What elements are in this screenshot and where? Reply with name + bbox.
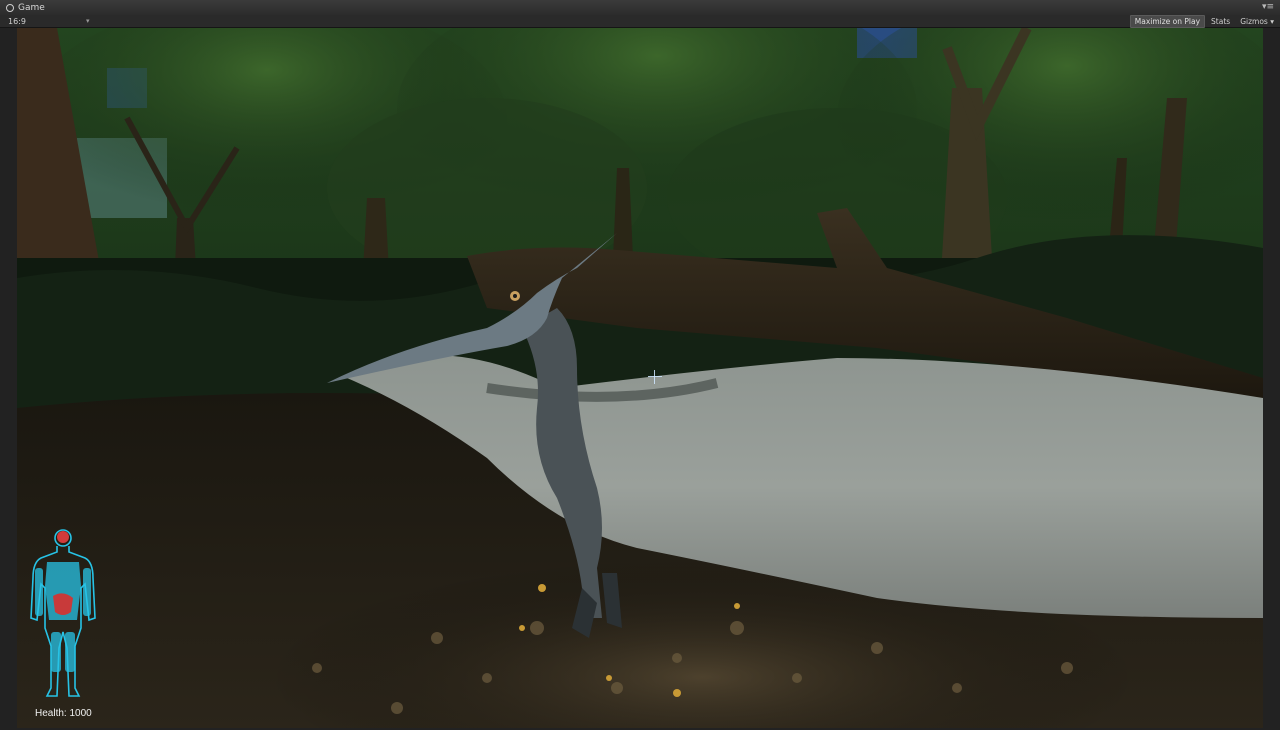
- crosshair-icon: [648, 370, 662, 384]
- game-toolbar: 16:9 ▾ Maximize on Play Stats Gizmos ▾: [0, 14, 1280, 28]
- tab-game[interactable]: Game: [0, 0, 53, 15]
- game-viewport[interactable]: Health: 1000: [17, 28, 1263, 728]
- chevron-down-icon: ▾: [85, 17, 90, 25]
- window-menu-icon[interactable]: ▾≡: [1262, 2, 1274, 12]
- jungle-scene: [17, 28, 1263, 728]
- window-titlebar: Game ▾≡: [0, 0, 1280, 16]
- stats-button[interactable]: Stats: [1207, 16, 1234, 27]
- tab-label: Game: [18, 2, 45, 13]
- aspect-dropdown[interactable]: 16:9 ▾: [4, 15, 89, 27]
- gizmos-button[interactable]: Gizmos ▾: [1236, 16, 1278, 27]
- unity-icon: [6, 3, 14, 12]
- maximize-on-play-button[interactable]: Maximize on Play: [1129, 14, 1206, 28]
- gizmos-label: Gizmos: [1240, 16, 1268, 26]
- aspect-label: 16:9: [8, 16, 26, 26]
- human-body-icon: [30, 529, 96, 697]
- chevron-down-icon: ▾: [1270, 16, 1274, 26]
- health-label: Health: 1000: [35, 708, 92, 719]
- game-window: Game ▾≡ 16:9 ▾ Maximize on Play Stats Gi…: [0, 0, 1280, 730]
